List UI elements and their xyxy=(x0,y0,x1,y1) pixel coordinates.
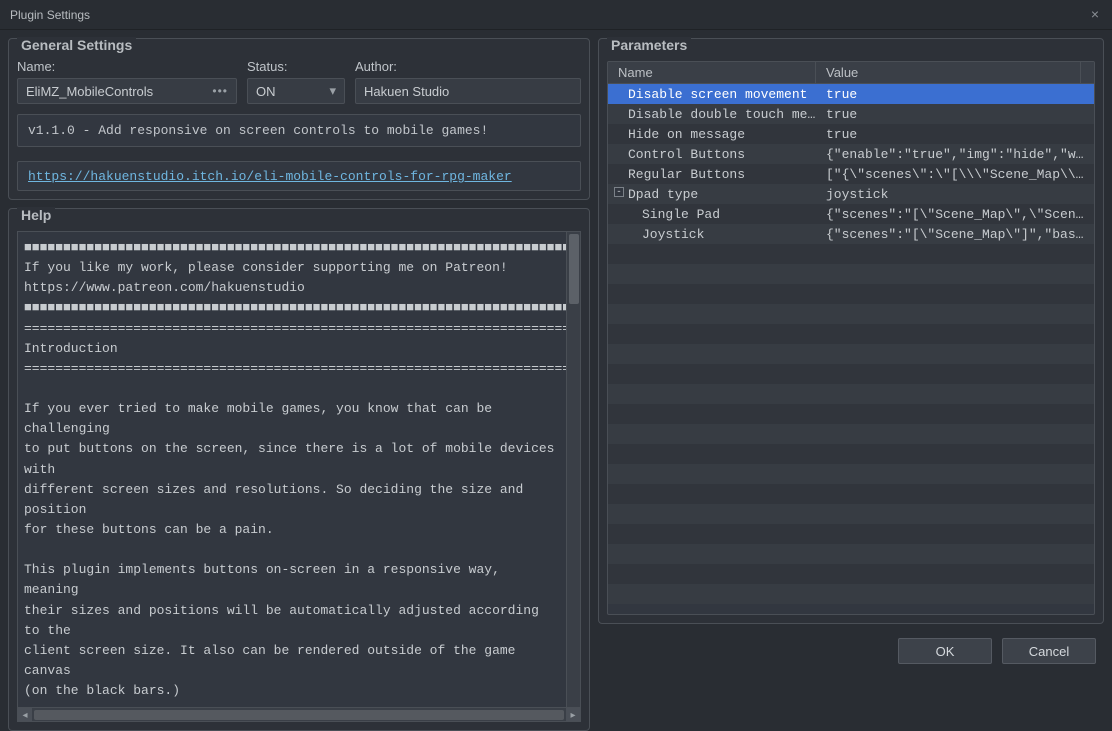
ok-button[interactable]: OK xyxy=(898,638,992,664)
plugin-name-value: EliMZ_MobileControls xyxy=(26,84,153,99)
param-name: Joystick xyxy=(642,227,704,242)
table-row xyxy=(608,544,1094,564)
table-row[interactable]: Control Buttons {"enable":"true","img":"h… xyxy=(608,144,1094,164)
author-label: Author: xyxy=(355,59,581,74)
table-row xyxy=(608,484,1094,504)
param-name: Single Pad xyxy=(642,207,720,222)
table-row xyxy=(608,444,1094,464)
chevron-down-icon: ▾ xyxy=(329,83,336,99)
parameters-rows: Disable screen movementtrueDisable doubl… xyxy=(608,84,1094,604)
table-row xyxy=(608,564,1094,584)
scroll-track[interactable] xyxy=(32,708,566,721)
author-field: Hakuen Studio xyxy=(355,78,581,104)
param-value: {"scenes":"[\"Scene_Map\",\"Scen… xyxy=(816,207,1094,222)
col-value-header[interactable]: Value xyxy=(816,62,1080,83)
table-row[interactable]: Joystick {"scenes":"[\"Scene_Map\"]","bas… xyxy=(608,224,1094,244)
scrollbar-thumb[interactable] xyxy=(569,234,579,304)
general-settings-group: General Settings Name: EliMZ_MobileContr… xyxy=(8,38,590,200)
close-icon[interactable]: × xyxy=(1086,6,1104,24)
param-value: {"scenes":"[\"Scene_Map\"]","bas… xyxy=(816,227,1094,242)
param-name: Disable double touch menu xyxy=(628,107,816,122)
table-row xyxy=(608,324,1094,344)
table-row xyxy=(608,304,1094,324)
scrollbar-thumb[interactable] xyxy=(34,710,564,720)
table-row xyxy=(608,584,1094,604)
param-value: ["{\"scenes\":\"[\\\"Scene_Map\\… xyxy=(816,167,1094,182)
table-row[interactable]: Single Pad {"scenes":"[\"Scene_Map\",\"Sc… xyxy=(608,204,1094,224)
table-row xyxy=(608,364,1094,384)
table-row xyxy=(608,404,1094,424)
status-select[interactable]: ON ▾ xyxy=(247,78,345,104)
general-settings-legend: General Settings xyxy=(17,37,136,53)
help-text: ■■■■■■■■■■■■■■■■■■■■■■■■■■■■■■■■■■■■■■■■… xyxy=(18,232,566,707)
table-row xyxy=(608,384,1094,404)
content-area: General Settings Name: EliMZ_MobileContr… xyxy=(0,30,1112,632)
param-value: joystick xyxy=(816,187,1094,202)
parameters-header: Name Value xyxy=(608,62,1094,84)
col-name-header[interactable]: Name xyxy=(608,62,816,83)
help-vertical-scrollbar[interactable] xyxy=(566,232,580,707)
help-group: Help ■■■■■■■■■■■■■■■■■■■■■■■■■■■■■■■■■■■… xyxy=(8,208,590,731)
cancel-button[interactable]: Cancel xyxy=(1002,638,1096,664)
param-value: {"enable":"true","img":"hide","w… xyxy=(816,147,1094,162)
titlebar: Plugin Settings × xyxy=(0,0,1112,30)
table-row xyxy=(608,264,1094,284)
help-panel: ■■■■■■■■■■■■■■■■■■■■■■■■■■■■■■■■■■■■■■■■… xyxy=(17,231,581,722)
table-row xyxy=(608,464,1094,484)
param-value: true xyxy=(816,107,1094,122)
param-name: Dpad type xyxy=(628,187,698,202)
tree-expander-icon[interactable]: - xyxy=(614,187,624,197)
right-column: Parameters Name Value Disable screen mov… xyxy=(598,38,1104,624)
table-row[interactable]: -Dpad type joystick xyxy=(608,184,1094,204)
scroll-right-icon[interactable]: ▸ xyxy=(566,708,580,722)
parameters-legend: Parameters xyxy=(607,37,691,53)
table-row[interactable]: Hide on message true xyxy=(608,124,1094,144)
table-row[interactable]: Regular Buttons ["{\"scenes\":\"[\\\"Scen… xyxy=(608,164,1094,184)
table-row xyxy=(608,424,1094,444)
author-value: Hakuen Studio xyxy=(364,84,449,99)
window-title: Plugin Settings xyxy=(10,8,90,22)
table-row xyxy=(608,344,1094,364)
param-value: true xyxy=(816,87,1094,102)
ellipsis-icon: ••• xyxy=(212,84,228,98)
plugin-link[interactable]: https://hakuenstudio.itch.io/eli-mobile-… xyxy=(28,169,512,184)
param-name: Control Buttons xyxy=(628,147,745,162)
col-end xyxy=(1080,62,1094,83)
table-row[interactable]: Disable double touch menutrue xyxy=(608,104,1094,124)
status-label: Status: xyxy=(247,59,345,74)
parameters-group: Parameters Name Value Disable screen mov… xyxy=(598,38,1104,624)
plugin-description: v1.1.0 - Add responsive on screen contro… xyxy=(17,114,581,147)
param-name: Disable screen movement xyxy=(628,87,807,102)
table-row[interactable]: Disable screen movement true xyxy=(608,84,1094,104)
left-column: General Settings Name: EliMZ_MobileContr… xyxy=(8,38,590,624)
table-row xyxy=(608,284,1094,304)
help-horizontal-scrollbar[interactable]: ◂ ▸ xyxy=(18,707,580,721)
param-name: Hide on message xyxy=(628,127,745,142)
plugin-link-box: https://hakuenstudio.itch.io/eli-mobile-… xyxy=(17,161,581,191)
scroll-left-icon[interactable]: ◂ xyxy=(18,708,32,722)
help-legend: Help xyxy=(17,207,55,223)
param-name: Regular Buttons xyxy=(628,167,745,182)
table-row xyxy=(608,244,1094,264)
parameters-table: Name Value Disable screen movementtrueDi… xyxy=(607,61,1095,615)
table-row xyxy=(608,504,1094,524)
status-value: ON xyxy=(256,84,276,99)
plugin-name-select[interactable]: EliMZ_MobileControls ••• xyxy=(17,78,237,104)
name-label: Name: xyxy=(17,59,237,74)
param-value: true xyxy=(816,127,1094,142)
table-row xyxy=(608,524,1094,544)
